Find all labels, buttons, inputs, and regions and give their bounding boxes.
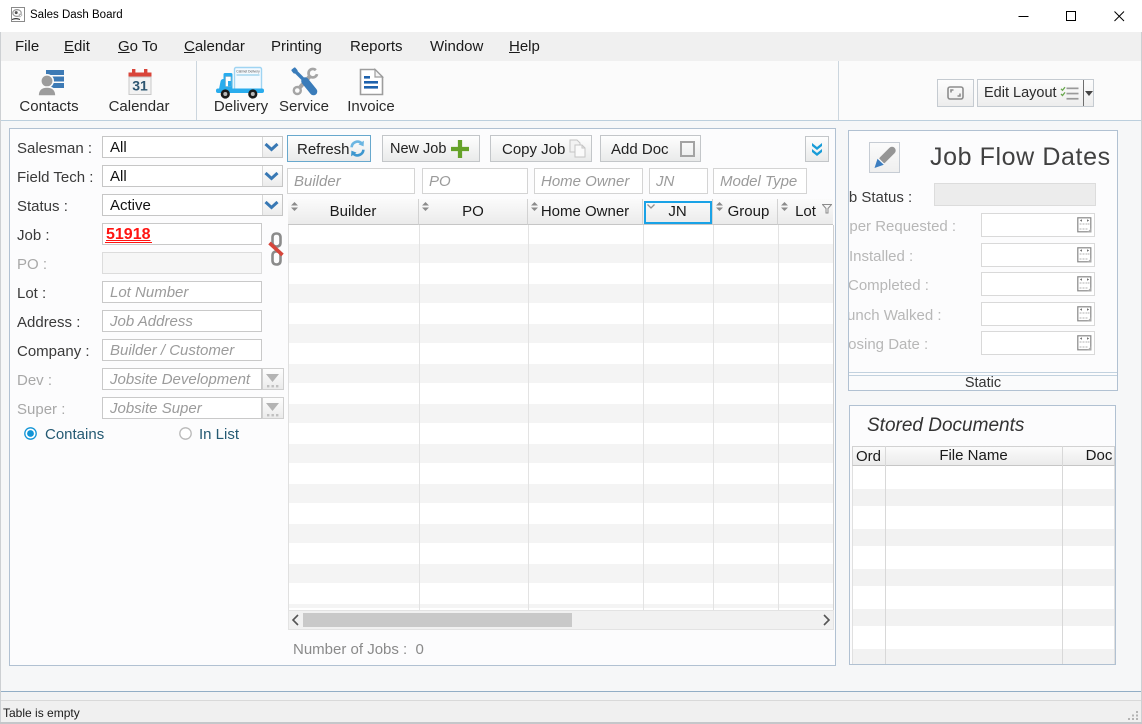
svg-text:31: 31 bbox=[132, 78, 148, 94]
svg-text:Cabinet Delivery: Cabinet Delivery bbox=[236, 70, 260, 74]
